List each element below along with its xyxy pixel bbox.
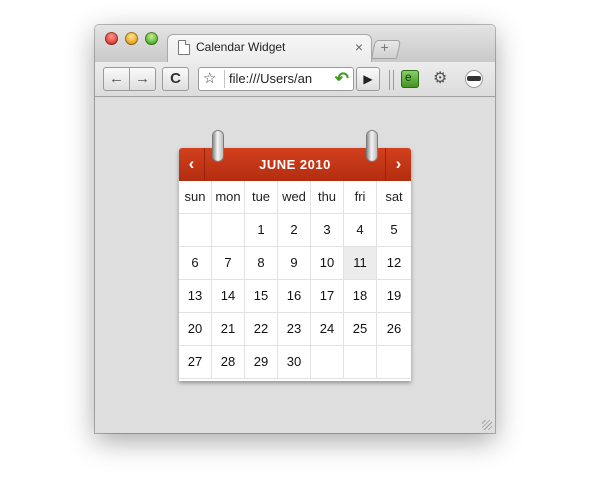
day-cell[interactable]: 26 (377, 313, 411, 346)
day-cell[interactable] (377, 346, 411, 379)
day-cell[interactable]: 13 (179, 280, 212, 313)
weekday-label: thu (311, 181, 344, 214)
day-cell[interactable]: 22 (245, 313, 278, 346)
day-cell[interactable] (311, 346, 344, 379)
day-cell[interactable]: 6 (179, 247, 212, 280)
forward-button[interactable]: → (129, 67, 156, 91)
bookmark-star-icon[interactable]: ☆ (203, 70, 216, 88)
close-window-button[interactable] (105, 32, 118, 45)
zoom-window-button[interactable] (145, 32, 158, 45)
week-row: 20 21 22 23 24 25 26 (179, 313, 411, 346)
weekday-label: sun (179, 181, 212, 214)
go-button[interactable]: ▶ (356, 67, 380, 91)
elephant-icon: e (405, 70, 412, 84)
day-cell[interactable]: 19 (377, 280, 411, 313)
day-cell[interactable]: 9 (278, 247, 311, 280)
day-cell[interactable]: 7 (212, 247, 245, 280)
plus-icon: + (380, 39, 389, 55)
day-cell[interactable]: 21 (212, 313, 245, 346)
binder-ring-right (367, 131, 377, 161)
week-row: 6 7 8 9 10 11 12 (179, 247, 411, 280)
binder-ring-left (213, 131, 223, 161)
omnibox-divider (224, 70, 225, 88)
day-cell[interactable] (179, 214, 212, 247)
week-row: 13 14 15 16 17 18 19 (179, 280, 411, 313)
day-cell[interactable]: 20 (179, 313, 212, 346)
day-cell[interactable] (212, 214, 245, 247)
next-month-button[interactable]: › (385, 148, 411, 181)
previous-month-button[interactable]: ‹ (179, 148, 205, 181)
toolbar: ← → C ☆ file:///Users/an ↶ ▶ e ⚙ (95, 62, 495, 97)
weekday-label: fri (344, 181, 377, 214)
title-bar: Calendar Widget × + (95, 25, 495, 63)
day-cell[interactable]: 10 (311, 247, 344, 280)
day-cell[interactable]: 23 (278, 313, 311, 346)
weekday-header-row: sun mon tue wed thu fri sat (179, 181, 411, 214)
minimize-window-button[interactable] (125, 32, 138, 45)
day-cell[interactable] (344, 346, 377, 379)
day-cell[interactable]: 14 (212, 280, 245, 313)
day-cell[interactable]: 2 (278, 214, 311, 247)
calendar-widget: ‹ JUNE 2010 › sun mon tue wed thu fri sa… (179, 131, 411, 381)
day-cell-highlighted[interactable]: 11 (344, 247, 377, 280)
document-icon (178, 40, 190, 55)
back-button[interactable]: ← (103, 67, 130, 91)
weekday-label: sat (377, 181, 411, 214)
day-cell[interactable]: 8 (245, 247, 278, 280)
day-cell[interactable]: 16 (278, 280, 311, 313)
day-cell[interactable]: 27 (179, 346, 212, 379)
weekday-label: tue (245, 181, 278, 214)
weekday-label: mon (212, 181, 245, 214)
calendar-month-title: JUNE 2010 (259, 157, 331, 172)
day-cell[interactable]: 29 (245, 346, 278, 379)
url-text[interactable]: file:///Users/an (229, 71, 331, 86)
weekday-label: wed (278, 181, 311, 214)
day-cell[interactable]: 4 (344, 214, 377, 247)
day-cell[interactable]: 25 (344, 313, 377, 346)
day-cell[interactable]: 18 (344, 280, 377, 313)
ninja-extension-icon[interactable] (465, 70, 483, 88)
calendar-grid: sun mon tue wed thu fri sat 1 2 3 4 5 6 … (179, 181, 411, 379)
day-cell[interactable]: 3 (311, 214, 344, 247)
tab-close-button[interactable]: × (355, 38, 363, 56)
day-cell[interactable]: 28 (212, 346, 245, 379)
browser-tab[interactable]: Calendar Widget × (167, 34, 372, 63)
day-cell[interactable]: 12 (377, 247, 411, 280)
week-row: 1 2 3 4 5 (179, 214, 411, 247)
day-cell[interactable]: 15 (245, 280, 278, 313)
week-row: 27 28 29 30 (179, 346, 411, 379)
new-tab-button[interactable]: + (370, 39, 402, 59)
day-cell[interactable]: 17 (311, 280, 344, 313)
toolbar-separator (389, 70, 394, 90)
day-cell[interactable]: 30 (278, 346, 311, 379)
tools-extension-icon[interactable]: ⚙ (433, 70, 451, 88)
day-cell[interactable]: 1 (245, 214, 278, 247)
reload-button[interactable]: C (162, 67, 189, 91)
resize-grip[interactable] (482, 420, 492, 430)
undo-arrow-icon[interactable]: ↶ (335, 69, 349, 89)
evernote-extension-icon[interactable]: e (401, 70, 419, 88)
day-cell[interactable]: 24 (311, 313, 344, 346)
tab-title: Calendar Widget (196, 40, 286, 54)
address-bar[interactable]: ☆ file:///Users/an ↶ (198, 67, 354, 91)
day-cell[interactable]: 5 (377, 214, 411, 247)
